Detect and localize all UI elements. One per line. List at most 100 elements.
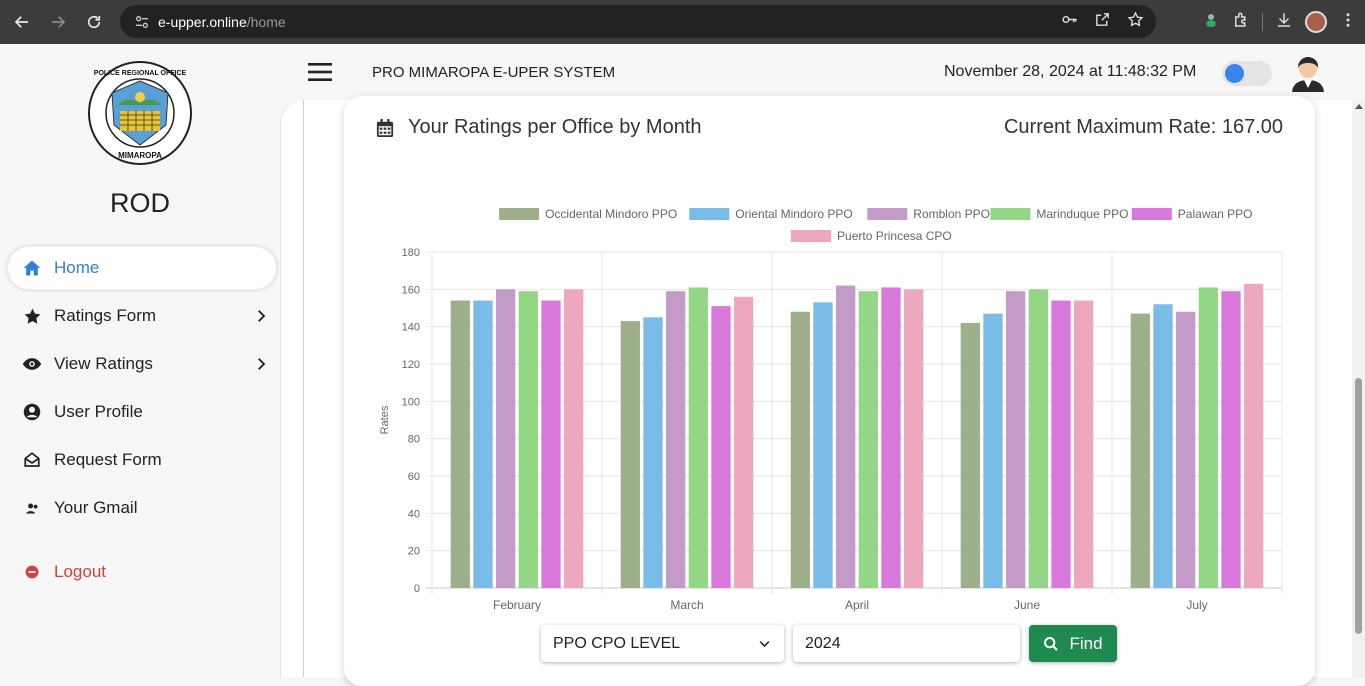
chart-bar bbox=[881, 287, 901, 588]
address-bar[interactable]: e-upper.online/home bbox=[120, 5, 1156, 38]
back-icon[interactable] bbox=[4, 0, 40, 44]
find-button[interactable]: Find bbox=[1029, 625, 1117, 662]
current-datetime: November 28, 2024 at 11:48:32 PM bbox=[944, 63, 1197, 80]
browser-menu-icon[interactable] bbox=[1339, 11, 1357, 34]
chart-bar bbox=[1153, 304, 1173, 588]
logout-icon bbox=[22, 562, 42, 582]
y-tick-label: 20 bbox=[408, 546, 420, 558]
x-tick-label: March bbox=[670, 598, 703, 612]
extensions-puzzle-icon[interactable] bbox=[1232, 11, 1250, 34]
main-content: Your Ratings per Office by Month Current… bbox=[304, 96, 1352, 686]
extension-avatar-icon[interactable] bbox=[1202, 11, 1220, 34]
ratings-bar-chart: Occidental Mindoro PPO Oriental Mindoro P… bbox=[379, 207, 1283, 612]
user-group-icon bbox=[22, 498, 42, 518]
toolbar-divider bbox=[1262, 13, 1263, 31]
legend-swatch bbox=[990, 208, 1031, 220]
theme-toggle[interactable] bbox=[1222, 61, 1272, 86]
chart-bar bbox=[904, 289, 924, 588]
y-tick-label: 40 bbox=[408, 508, 420, 520]
legend-swatch bbox=[1131, 208, 1172, 220]
sidebar-item-label: Request Form bbox=[54, 450, 162, 469]
chart-bar bbox=[1051, 300, 1071, 588]
forward-icon[interactable] bbox=[40, 0, 76, 44]
x-tick-label: February bbox=[493, 598, 541, 612]
y-tick-label: 100 bbox=[402, 396, 420, 408]
legend-swatch bbox=[499, 208, 540, 220]
password-key-icon[interactable] bbox=[1061, 11, 1078, 33]
sidebar-item-label: User Profile bbox=[54, 402, 143, 421]
chart-bar bbox=[790, 311, 810, 588]
logout-label: Logout bbox=[54, 562, 106, 581]
chart-bar bbox=[1006, 291, 1026, 588]
chart-bar bbox=[541, 300, 561, 588]
chevron-right-icon bbox=[258, 310, 266, 322]
chart-bar bbox=[711, 306, 731, 588]
download-icon[interactable] bbox=[1275, 11, 1293, 34]
system-title: PRO MIMAROPA E-UPER SYSTEM bbox=[372, 64, 616, 81]
chart-bar bbox=[1074, 300, 1094, 588]
open-in-app-icon[interactable] bbox=[1094, 11, 1111, 33]
y-tick-label: 160 bbox=[402, 284, 420, 296]
sidebar-item-user-profile[interactable]: User Profile bbox=[8, 391, 276, 433]
year-input[interactable]: 2024 bbox=[793, 625, 1020, 662]
scroll-up-icon[interactable] bbox=[1355, 104, 1363, 109]
chart-bar bbox=[620, 321, 640, 588]
hamburger-menu-icon[interactable] bbox=[308, 62, 332, 82]
svg-text:POLICE REGIONAL OFFICE: POLICE REGIONAL OFFICE bbox=[94, 70, 187, 77]
x-tick-label: July bbox=[1186, 598, 1207, 612]
level-select[interactable]: PPO CPO LEVEL bbox=[541, 625, 784, 662]
sidebar-item-request-form[interactable]: Request Form bbox=[8, 439, 276, 481]
legend-label: Palawan PPO bbox=[1178, 207, 1253, 221]
ratings-card: Your Ratings per Office by Month Current… bbox=[344, 96, 1315, 686]
legend-swatch bbox=[689, 208, 730, 220]
legend-label: Oriental Mindoro PPO bbox=[735, 207, 852, 221]
chevron-down-icon bbox=[759, 641, 770, 648]
envelope-open-icon bbox=[22, 450, 42, 470]
y-tick-label: 120 bbox=[402, 359, 420, 371]
chart-bar bbox=[564, 289, 584, 588]
chart-bar bbox=[1130, 313, 1150, 588]
svg-text:MIMAROPA: MIMAROPA bbox=[118, 151, 162, 160]
sidebar-item-your-gmail[interactable]: Your Gmail bbox=[8, 487, 276, 529]
site-settings-icon[interactable] bbox=[126, 14, 158, 30]
y-tick-label: 0 bbox=[414, 583, 420, 595]
chart-bar bbox=[813, 302, 833, 588]
profile-avatar[interactable] bbox=[1305, 11, 1327, 33]
url-path: /home bbox=[246, 13, 286, 30]
legend-swatch bbox=[791, 230, 832, 242]
legend-swatch bbox=[867, 208, 908, 220]
chevron-right-icon bbox=[258, 358, 266, 370]
filter-controls: PPO CPO LEVEL 2024 Find bbox=[541, 625, 1117, 662]
page-scrollbar[interactable] bbox=[1352, 100, 1365, 677]
reload-icon[interactable] bbox=[76, 0, 112, 44]
sidebar-item-home[interactable]: Home bbox=[8, 247, 276, 289]
legend-label: Romblon PPO bbox=[913, 207, 990, 221]
chart-bar bbox=[666, 291, 686, 588]
legend-label: Occidental Mindoro PPO bbox=[545, 207, 677, 221]
toggle-knob bbox=[1225, 64, 1244, 83]
url-text[interactable]: e-upper.online/home bbox=[158, 14, 286, 30]
y-tick-label: 60 bbox=[408, 471, 420, 483]
find-button-label: Find bbox=[1069, 633, 1103, 653]
chart-bar bbox=[858, 291, 878, 588]
chart-bar bbox=[983, 313, 1003, 588]
sidebar-item-view-ratings[interactable]: View Ratings bbox=[8, 343, 276, 385]
year-input-value: 2024 bbox=[805, 634, 841, 652]
legend-label: Marinduque PPO bbox=[1036, 207, 1128, 221]
browser-toolbar: e-upper.online/home bbox=[0, 0, 1365, 44]
scrollbar-thumb[interactable] bbox=[1355, 378, 1362, 634]
sidebar-item-label: Home bbox=[54, 258, 100, 277]
chart-bar bbox=[1198, 287, 1218, 588]
content-divider bbox=[280, 100, 305, 677]
x-tick-label: June bbox=[1014, 598, 1040, 612]
chart-bar bbox=[496, 289, 516, 588]
chart-bar bbox=[1244, 283, 1264, 588]
sidebar: POLICE REGIONAL OFFICE MIMAROPA ROD Home… bbox=[0, 44, 280, 677]
chart-bar bbox=[518, 291, 538, 588]
logout-button[interactable]: Logout bbox=[8, 551, 276, 593]
user-avatar[interactable] bbox=[1290, 54, 1326, 92]
sidebar-item-ratings-form[interactable]: Ratings Form bbox=[8, 295, 276, 337]
chart-bar bbox=[1176, 311, 1196, 588]
bookmark-star-icon[interactable] bbox=[1127, 11, 1144, 33]
y-axis-label: Rates bbox=[379, 405, 391, 434]
